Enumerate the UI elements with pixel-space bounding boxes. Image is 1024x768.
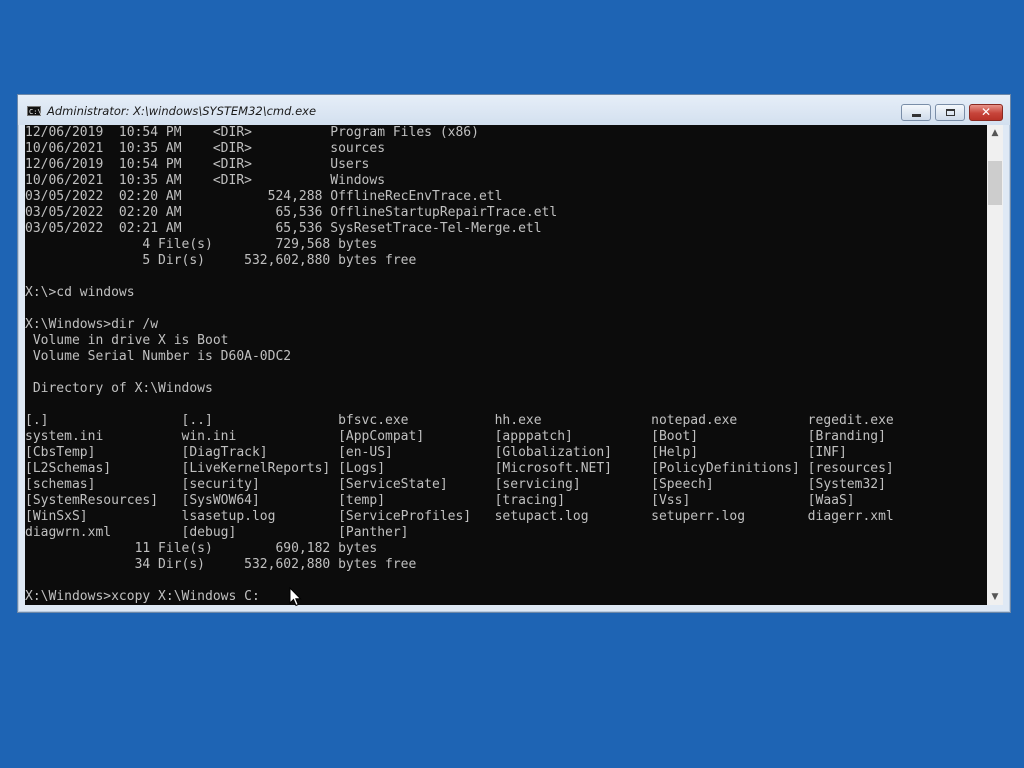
scroll-up-icon[interactable]: ▲	[987, 125, 1003, 141]
console-line: Volume Serial Number is D60A-0DC2	[25, 349, 292, 364]
vertical-scrollbar[interactable]: ▲ ▼	[987, 125, 1003, 605]
console-line: Volume in drive X is Boot	[25, 333, 229, 348]
console-line: X:\>cd windows	[25, 285, 135, 300]
scrollbar-thumb[interactable]	[988, 161, 1002, 205]
console-line: Directory of X:\Windows	[25, 381, 213, 396]
console-line: [L2Schemas] [LiveKernelReports] [Logs] […	[25, 461, 894, 476]
console-line: system.ini win.ini [AppCompat] [apppatch…	[25, 429, 886, 444]
console-line: 4 File(s) 729,568 bytes	[25, 237, 378, 252]
console-line: 5 Dir(s) 532,602,880 bytes free	[25, 253, 417, 268]
console-line: 10/06/2021 10:35 AM <DIR> sources	[25, 141, 386, 156]
console-line: X:\Windows>dir /w	[25, 317, 159, 332]
console-line: 10/06/2021 10:35 AM <DIR> Windows	[25, 173, 386, 188]
close-icon: ✕	[980, 105, 992, 119]
console-line: 34 Dir(s) 532,602,880 bytes free	[25, 557, 417, 572]
cmd-app-icon[interactable]: C:\	[27, 106, 42, 116]
title-bar[interactable]: C:\ Administrator: X:\windows\SYSTEM32\c…	[18, 95, 1010, 125]
close-button[interactable]: ✕	[969, 104, 1003, 121]
console-line: 11 File(s) 690,182 bytes	[25, 541, 378, 556]
console-line: [SystemResources] [SysWOW64] [temp] [tra…	[25, 493, 855, 508]
window-title: Administrator: X:\windows\SYSTEM32\cmd.e…	[47, 104, 317, 118]
scroll-down-icon[interactable]: ▼	[987, 589, 1003, 605]
console-line: X:\Windows>xcopy X:\Windows C:	[25, 589, 260, 604]
console-line: [.] [..] bfsvc.exe hh.exe notepad.exe re…	[25, 413, 894, 428]
maximize-button[interactable]	[935, 104, 965, 121]
console-output[interactable]: 12/06/2019 10:54 PM <DIR> Program Files …	[25, 125, 987, 605]
console-line: [CbsTemp] [DiagTrack] [en-US] [Globaliza…	[25, 445, 847, 460]
maximize-icon	[946, 109, 955, 116]
console-line: diagwrn.xml [debug] [Panther]	[25, 525, 409, 540]
console-line: [schemas] [security] [ServiceState] [ser…	[25, 477, 886, 492]
console-line: [WinSxS] lsasetup.log [ServiceProfiles] …	[25, 509, 894, 524]
console-line: 12/06/2019 10:54 PM <DIR> Users	[25, 157, 370, 172]
minimize-icon	[912, 114, 921, 117]
console-line: 03/05/2022 02:21 AM 65,536 SysResetTrace…	[25, 221, 542, 236]
console-line: 12/06/2019 10:54 PM <DIR> Program Files …	[25, 125, 479, 140]
cmd-window[interactable]: C:\ Administrator: X:\windows\SYSTEM32\c…	[17, 94, 1011, 613]
mouse-pointer-icon	[289, 587, 302, 607]
minimize-button[interactable]	[901, 104, 931, 121]
console-line: 03/05/2022 02:20 AM 524,288 OfflineRecEn…	[25, 189, 503, 204]
console-line: 03/05/2022 02:20 AM 65,536 OfflineStartu…	[25, 205, 558, 220]
